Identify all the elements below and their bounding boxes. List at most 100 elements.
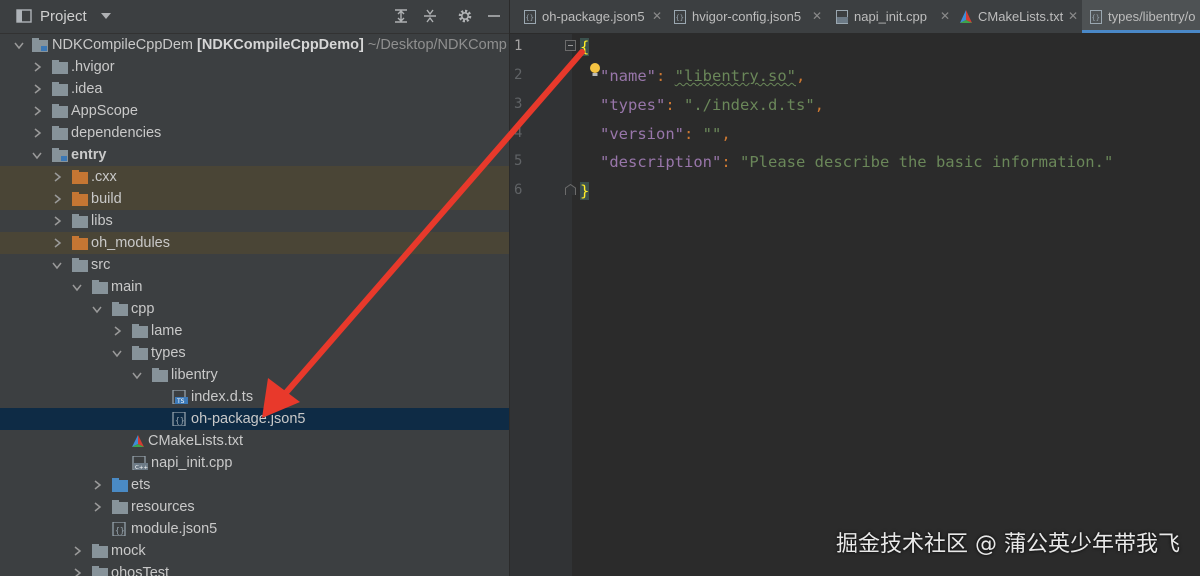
folder-icon [112,500,128,514]
chevron-down-icon[interactable] [14,40,24,50]
folder-icon [72,258,88,272]
folder-icon [92,280,108,294]
tree-item-oh-modules[interactable]: oh_modules [0,232,509,254]
tree-item-build[interactable]: build [0,188,509,210]
chevron-right-icon[interactable] [32,84,42,94]
json-comma: , [796,67,806,85]
tree-item-label: types [151,345,186,361]
folder-icon [92,544,108,558]
code-line-5[interactable]: "description": "Please describe the basi… [600,150,1113,174]
code-line-4[interactable]: "version": "", [600,122,731,146]
line-number: 3 [514,96,523,112]
cpp-file-icon: C++ [132,456,148,470]
chevron-down-icon[interactable] [32,150,42,160]
code-line-1[interactable]: { [580,35,590,59]
code-line-6[interactable]: } [580,179,590,203]
tree-item-label: CMakeLists.txt [148,433,244,449]
minimize-icon[interactable] [486,8,502,24]
tree-item-ohostest[interactable]: ohosTest [0,562,509,576]
fold-end-icon[interactable] [565,184,577,196]
tree-item-oh-package-json5[interactable]: {} oh-package.json5 [0,408,509,430]
line-number: 1 [514,38,523,54]
tree-item-entry[interactable]: entry [0,144,509,166]
tree-item-idea[interactable]: .idea [0,78,509,100]
tree-item-resources[interactable]: resources [0,496,509,518]
json-value: "Please describe the basic information." [740,153,1114,171]
tab-label: oh-package.json5 [542,9,645,24]
chevron-down-icon[interactable] [132,370,142,380]
code-line-2[interactable]: "name": "libentry.so", [600,64,805,88]
chevron-right-icon[interactable] [52,194,62,204]
chevron-right-icon[interactable] [32,62,42,72]
json-file-icon: {} [1090,10,1102,24]
tree-item-hvigor[interactable]: .hvigor [0,56,509,78]
module-folder-icon [32,38,48,52]
close-icon[interactable]: ✕ [1068,0,1078,33]
tree-item-cpp[interactable]: cpp [0,298,509,320]
tree-item-label: ets [131,477,151,493]
tree-item-appscope[interactable]: AppScope [0,100,509,122]
tab-napi-init-cpp[interactable]: napi_init.cpp ✕ [828,0,952,33]
tab-oh-package-json5[interactable]: {} oh-package.json5 ✕ [516,0,664,33]
chevron-down-icon[interactable] [100,12,112,20]
tree-item-lame[interactable]: lame [0,320,509,342]
tree-item-main[interactable]: main [0,276,509,298]
expand-all-icon[interactable] [393,8,409,24]
chevron-down-icon[interactable] [92,304,102,314]
tree-item-cmakelists[interactable]: CMakeLists.txt [0,430,509,452]
line-number: 6 [514,182,523,198]
chevron-right-icon[interactable] [32,128,42,138]
tree-row-root[interactable]: NDKCompileCppDem [NDKCompileCppDemo] ~/D… [0,34,509,56]
tab-cmakelists-txt[interactable]: CMakeLists.txt ✕ [952,0,1082,33]
folder-icon [132,324,148,338]
json-key: "types" [600,96,666,114]
excluded-folder-icon [72,236,88,250]
line-number: 4 [514,125,523,141]
tree-item-module-json5[interactable]: {} module.json5 [0,518,509,540]
chevron-right-icon[interactable] [32,106,42,116]
tree-item-mock[interactable]: mock [0,540,509,562]
folder-icon [52,60,68,74]
json-key: "version" [600,125,684,143]
chevron-right-icon[interactable] [72,568,82,576]
tree-item-ets[interactable]: ets [0,474,509,496]
close-icon[interactable]: ✕ [940,0,950,33]
tree-item-label: lame [151,323,183,339]
tree-item-napi-init-cpp[interactable]: C++ napi_init.cpp [0,452,509,474]
close-icon[interactable]: ✕ [652,0,662,33]
tree-item-dependencies[interactable]: dependencies [0,122,509,144]
tree-item-label: libentry [171,367,218,383]
root-path: ~/Desktop/NDKComp [367,37,507,53]
tree-item-label: .hvigor [71,59,115,75]
json-key: "name" [600,67,656,85]
chevron-down-icon[interactable] [112,348,122,358]
folder-icon [112,302,128,316]
project-panel-title[interactable]: Project [40,8,87,25]
chevron-down-icon[interactable] [52,260,62,270]
fold-toggle-icon[interactable] [565,40,577,52]
chevron-right-icon[interactable] [72,546,82,556]
code-line-3[interactable]: "types": "./index.d.ts", [600,93,824,117]
tree-item-src[interactable]: src [0,254,509,276]
tree-item-cxx[interactable]: .cxx [0,166,509,188]
json-comma: , [721,125,731,143]
chevron-right-icon[interactable] [52,216,62,226]
collapse-all-icon[interactable] [422,8,438,24]
line-number: 2 [514,67,523,83]
chevron-right-icon[interactable] [112,326,122,336]
json-key: "description" [600,153,722,171]
tree-item-libentry[interactable]: libentry [0,364,509,386]
chevron-right-icon[interactable] [52,172,62,182]
tab-types-libentry-active[interactable]: {} types/libentry/o [1082,0,1200,33]
tree-item-libs[interactable]: libs [0,210,509,232]
chevron-right-icon[interactable] [52,238,62,248]
gear-icon[interactable] [457,8,473,24]
chevron-right-icon[interactable] [92,480,102,490]
tree-item-index-d-ts[interactable]: TS index.d.ts [0,386,509,408]
tree-item-label: cpp [131,301,155,317]
tree-item-types[interactable]: types [0,342,509,364]
chevron-down-icon[interactable] [72,282,82,292]
chevron-right-icon[interactable] [92,502,102,512]
close-icon[interactable]: ✕ [812,0,822,33]
tab-hvigor-config-json5[interactable]: {} hvigor-config.json5 ✕ [666,0,824,33]
